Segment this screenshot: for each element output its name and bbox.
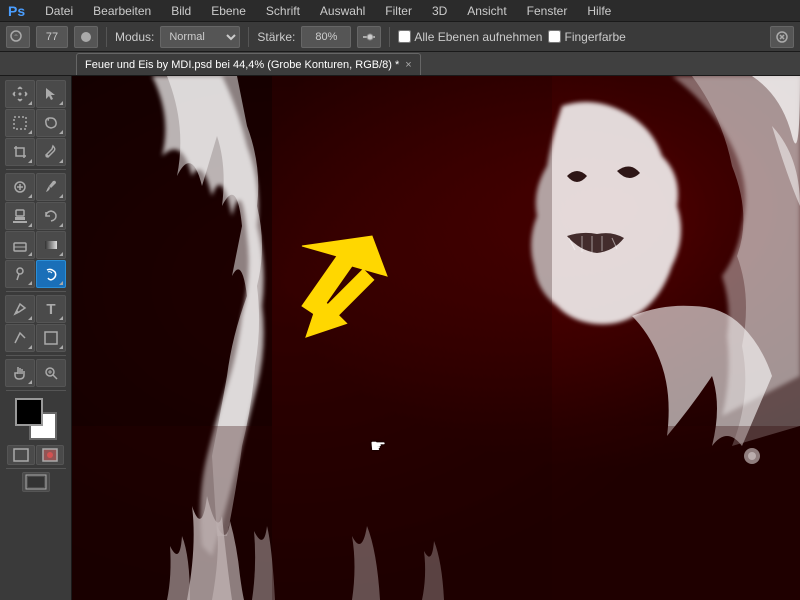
tool-sep-2	[6, 291, 66, 292]
main-area: T	[0, 76, 800, 600]
tool-row-5	[5, 202, 66, 230]
tool-crop[interactable]	[5, 138, 35, 166]
modus-select[interactable]: Normal	[160, 26, 240, 48]
tool-row-9	[5, 324, 66, 352]
yellow-arrow-2	[277, 251, 397, 361]
tool-sep-4	[6, 390, 66, 391]
tool-text[interactable]: T	[36, 295, 66, 323]
tool-row-mode	[7, 445, 64, 465]
tool-sep-1	[6, 169, 66, 170]
alle-ebenen-group: Alle Ebenen aufnehmen	[398, 30, 542, 44]
menu-ansicht[interactable]: Ansicht	[463, 2, 510, 20]
menu-schrift[interactable]: Schrift	[262, 2, 304, 20]
tool-smudge[interactable]	[36, 260, 66, 288]
tool-row-7	[5, 260, 66, 288]
tool-row-10	[5, 359, 66, 387]
tool-lasso[interactable]	[36, 109, 66, 137]
menu-bar: Ps Datei Bearbeiten Bild Ebene Schrift A…	[0, 0, 800, 22]
menu-bearbeiten[interactable]: Bearbeiten	[89, 2, 155, 20]
tool-shape[interactable]	[36, 324, 66, 352]
staerke-label: Stärke:	[257, 30, 295, 44]
menu-datei[interactable]: Datei	[41, 2, 77, 20]
canvas-area: ☛	[72, 76, 800, 600]
menu-3d[interactable]: 3D	[428, 2, 451, 20]
tool-select[interactable]	[36, 80, 66, 108]
tool-row-3	[5, 138, 66, 166]
tool-path-select[interactable]	[5, 324, 35, 352]
tool-zoom[interactable]	[36, 359, 66, 387]
doc-tab-title: Feuer und Eis by MDI.psd bei 44,4% (Grob…	[85, 59, 399, 71]
tool-move[interactable]	[5, 80, 35, 108]
alle-ebenen-checkbox[interactable]	[398, 30, 411, 43]
menu-fenster[interactable]: Fenster	[523, 2, 572, 20]
tool-sep-5	[6, 468, 66, 469]
toolbar: T	[0, 76, 72, 600]
tool-row-8: T	[5, 295, 66, 323]
staerke-slider-btn[interactable]	[357, 26, 381, 48]
brush-size-display[interactable]: 77	[36, 26, 68, 48]
tool-gradient[interactable]	[36, 231, 66, 259]
tool-heal[interactable]	[5, 173, 35, 201]
fingerfarbe-checkbox[interactable]	[548, 30, 561, 43]
menu-bild[interactable]: Bild	[167, 2, 195, 20]
tool-row-4	[5, 173, 66, 201]
menu-ebene[interactable]: Ebene	[207, 2, 250, 20]
tool-row-screen	[22, 472, 50, 492]
color-swatch-area	[15, 398, 57, 440]
separator-3	[389, 27, 390, 47]
ps-logo: Ps	[8, 3, 25, 19]
quick-mask-btn[interactable]	[36, 445, 64, 465]
separator-1	[106, 27, 107, 47]
menu-auswahl[interactable]: Auswahl	[316, 2, 369, 20]
screen-mode-btn[interactable]	[22, 472, 50, 492]
tool-sep-3	[6, 355, 66, 356]
menu-hilfe[interactable]: Hilfe	[583, 2, 615, 20]
alle-ebenen-label: Alle Ebenen aufnehmen	[414, 30, 542, 44]
doc-tab-bar: Feuer und Eis by MDI.psd bei 44,4% (Grob…	[0, 52, 800, 76]
staerke-input[interactable]	[301, 26, 351, 48]
menu-filter[interactable]: Filter	[381, 2, 416, 20]
doc-tab-close[interactable]: ×	[405, 59, 411, 71]
tool-brush[interactable]	[36, 173, 66, 201]
fingerfarbe-group: Fingerfarbe	[548, 30, 625, 44]
tool-pen[interactable]	[5, 295, 35, 323]
modus-label: Modus:	[115, 30, 154, 44]
standard-mode-btn[interactable]	[7, 445, 35, 465]
fingerfarbe-label: Fingerfarbe	[564, 30, 625, 44]
doc-tab-active[interactable]: Feuer und Eis by MDI.psd bei 44,4% (Grob…	[76, 53, 421, 75]
tool-dodge[interactable]	[5, 260, 35, 288]
tool-row-6	[5, 231, 66, 259]
options-bar: 77 Modus: Normal Stärke: Alle Ebenen auf…	[0, 22, 800, 52]
foreground-color-swatch[interactable]	[15, 398, 43, 426]
tool-preset-btn[interactable]	[6, 26, 30, 48]
canvas-image	[72, 76, 800, 600]
tool-row-1	[5, 80, 66, 108]
tool-hand[interactable]	[5, 359, 35, 387]
tool-history-brush[interactable]	[36, 202, 66, 230]
tool-row-2	[5, 109, 66, 137]
options-extra-btn[interactable]	[770, 26, 794, 48]
separator-2	[248, 27, 249, 47]
tool-marquee[interactable]	[5, 109, 35, 137]
tool-stamp[interactable]	[5, 202, 35, 230]
brush-shape-btn[interactable]	[74, 26, 98, 48]
tool-eraser[interactable]	[5, 231, 35, 259]
tool-eyedrop[interactable]	[36, 138, 66, 166]
